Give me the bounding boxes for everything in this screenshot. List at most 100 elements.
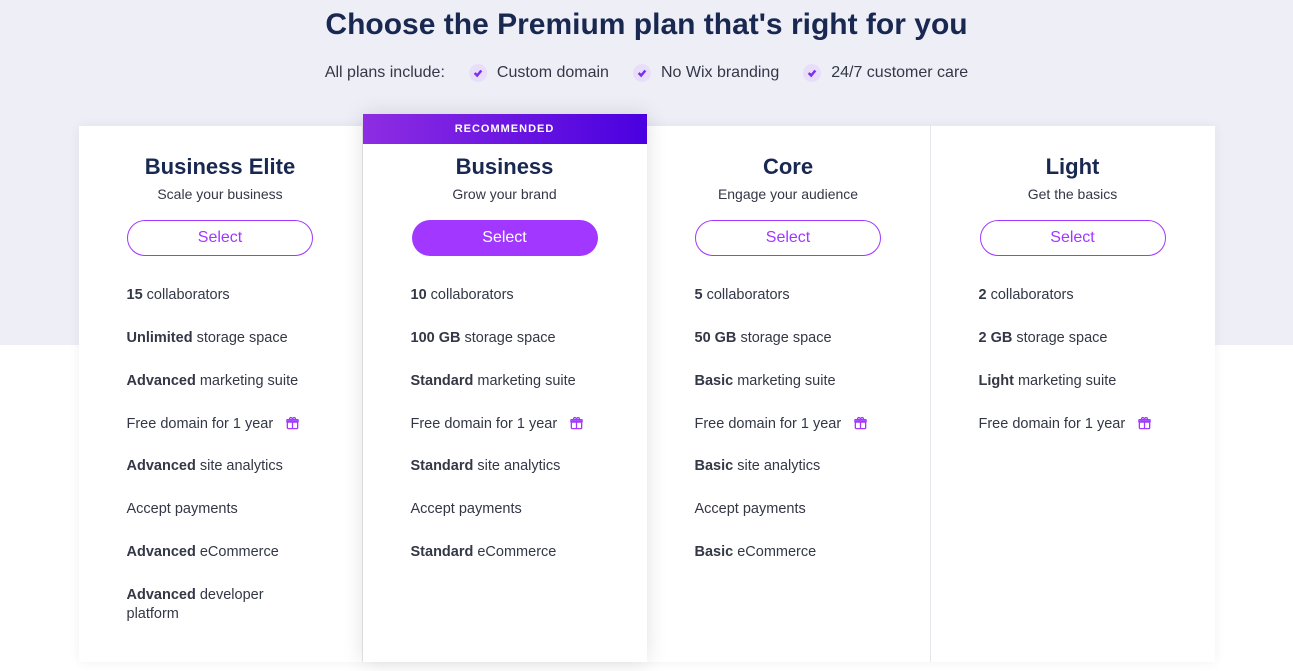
plan-name: Core <box>695 154 882 180</box>
feature-item: Advanced developer platform <box>127 586 314 624</box>
feature-item: 2 collaborators <box>979 286 1167 305</box>
feature-item: Advanced eCommerce <box>127 543 314 562</box>
include-text: Custom domain <box>497 64 609 82</box>
plan-name: Business Elite <box>127 154 314 180</box>
select-button[interactable]: Select <box>127 220 313 256</box>
gift-icon <box>569 415 584 430</box>
feature-text: site analytics <box>473 458 560 474</box>
select-button[interactable]: Select <box>412 220 598 256</box>
plan-card-light: Light Get the basics Select 2 collaborators… <box>931 126 1215 662</box>
feature-item: 5 collaborators <box>695 286 882 305</box>
feature-list: 2 collaborators 2 GB storage space Light m… <box>979 286 1167 433</box>
feature-bold: Basic <box>695 544 734 560</box>
feature-item: Standard marketing suite <box>411 372 599 391</box>
feature-bold: Light <box>979 373 1014 389</box>
plan-name: Light <box>979 154 1167 180</box>
feature-bold: Advanced <box>127 587 196 603</box>
include-item-customer-care: 24/7 customer care <box>803 64 968 82</box>
check-icon <box>469 64 487 82</box>
feature-bold: 100 GB <box>411 330 461 346</box>
feature-text: Free domain for 1 year <box>695 416 842 432</box>
includes-label: All plans include: <box>325 64 445 82</box>
feature-text: Free domain for 1 year <box>979 416 1126 432</box>
feature-item: Free domain for 1 year <box>127 415 314 434</box>
plan-tagline: Get the basics <box>979 186 1167 202</box>
plan-card-business: RECOMMENDED Business Grow your brand Select… <box>363 114 647 662</box>
feature-item: Free domain for 1 year <box>411 415 599 434</box>
page-title: Choose the Premium plan that's right for… <box>325 8 967 42</box>
gift-icon <box>1137 415 1152 430</box>
feature-item: Basic marketing suite <box>695 372 882 391</box>
feature-text: marketing suite <box>733 373 835 389</box>
feature-bold: Basic <box>695 373 734 389</box>
feature-item: Advanced site analytics <box>127 457 314 476</box>
feature-list: 10 collaborators 100 GB storage space Stan… <box>411 286 599 562</box>
feature-bold: 5 <box>695 287 703 303</box>
feature-text: storage space <box>460 330 555 346</box>
gift-icon <box>853 415 868 430</box>
feature-bold: Basic <box>695 458 734 474</box>
feature-text: collaborators <box>143 287 230 303</box>
check-icon <box>803 64 821 82</box>
feature-text: collaborators <box>703 287 790 303</box>
feature-list: 5 collaborators 50 GB storage space Basic … <box>695 286 882 562</box>
feature-text: eCommerce <box>733 544 816 560</box>
feature-bold: 2 <box>979 287 987 303</box>
feature-item: Light marketing suite <box>979 372 1167 391</box>
feature-bold: 15 <box>127 287 143 303</box>
feature-text: collaborators <box>427 287 514 303</box>
feature-bold: 2 GB <box>979 330 1013 346</box>
include-text: 24/7 customer care <box>831 64 968 82</box>
feature-item: 10 collaborators <box>411 286 599 305</box>
feature-item: Basic eCommerce <box>695 543 882 562</box>
plan-cards: Business Elite Scale your business Select 1… <box>79 126 1215 662</box>
feature-item: 2 GB storage space <box>979 329 1167 348</box>
include-item-no-branding: No Wix branding <box>633 64 779 82</box>
feature-item: Standard site analytics <box>411 457 599 476</box>
feature-text: storage space <box>193 330 288 346</box>
feature-item: 15 collaborators <box>127 286 314 305</box>
check-icon <box>633 64 651 82</box>
plan-card-core: CoreEngage your audienceSelect5 collabor… <box>647 126 931 662</box>
feature-text: marketing suite <box>196 373 298 389</box>
plan-name: Business <box>411 154 599 180</box>
feature-item: Free domain for 1 year <box>695 415 882 434</box>
feature-text: site analytics <box>196 458 283 474</box>
feature-item: Standard eCommerce <box>411 543 599 562</box>
feature-item: Accept payments <box>695 500 882 519</box>
feature-bold: Advanced <box>127 373 196 389</box>
feature-bold: Advanced <box>127 458 196 474</box>
plan-tagline: Scale your business <box>127 186 314 202</box>
feature-list: 15 collaborators Unlimited storage space A… <box>127 286 314 624</box>
feature-item: Advanced marketing suite <box>127 372 314 391</box>
feature-bold: 10 <box>411 287 427 303</box>
recommended-banner: RECOMMENDED <box>363 114 647 144</box>
include-text: No Wix branding <box>661 64 779 82</box>
feature-item: Accept payments <box>411 500 599 519</box>
feature-text: Accept payments <box>411 501 522 517</box>
feature-text: Accept payments <box>127 501 238 517</box>
feature-text: Accept payments <box>695 501 806 517</box>
include-item-custom-domain: Custom domain <box>469 64 609 82</box>
gift-icon <box>285 415 300 430</box>
feature-bold: Unlimited <box>127 330 193 346</box>
feature-bold: Advanced <box>127 544 196 560</box>
feature-bold: Standard <box>411 373 474 389</box>
feature-text: marketing suite <box>1014 373 1116 389</box>
feature-item: Accept payments <box>127 500 314 519</box>
pricing-page: Choose the Premium plan that's right for… <box>0 0 1293 662</box>
select-button[interactable]: Select <box>980 220 1166 256</box>
feature-bold: Standard <box>411 458 474 474</box>
feature-text: marketing suite <box>473 373 575 389</box>
feature-text: Free domain for 1 year <box>127 416 274 432</box>
feature-text: storage space <box>736 330 831 346</box>
plan-tagline: Grow your brand <box>411 186 599 202</box>
feature-item: 50 GB storage space <box>695 329 882 348</box>
plan-card-business-elite: Business Elite Scale your business Select 1… <box>79 126 363 662</box>
feature-text: storage space <box>1012 330 1107 346</box>
feature-text: site analytics <box>733 458 820 474</box>
feature-text: Free domain for 1 year <box>411 416 558 432</box>
feature-item: 100 GB storage space <box>411 329 599 348</box>
select-button[interactable]: Select <box>695 220 881 256</box>
feature-item: Unlimited storage space <box>127 329 314 348</box>
